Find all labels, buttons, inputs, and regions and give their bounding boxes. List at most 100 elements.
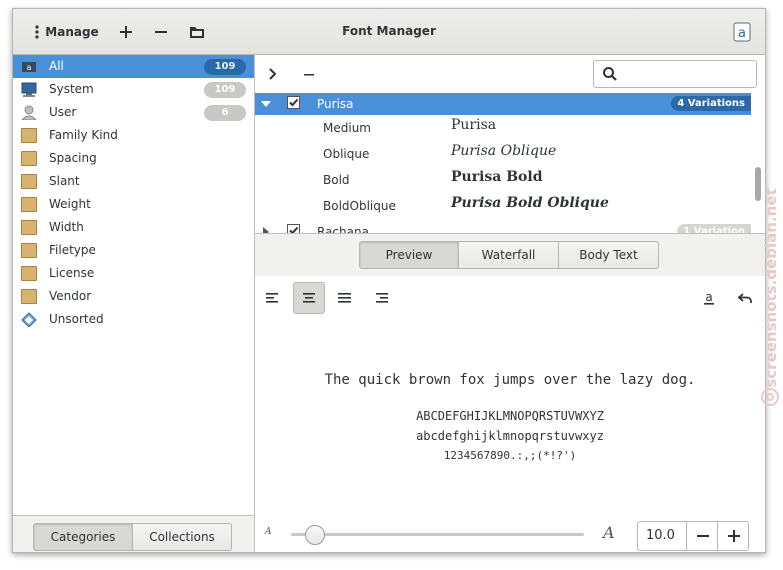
watermark: screenshots.debian.net	[758, 0, 783, 570]
align-left-button[interactable]	[257, 282, 289, 314]
size-controls: A A 10.0	[255, 515, 765, 552]
sidebar-item-weight[interactable]: Weight	[13, 193, 254, 216]
align-center-button[interactable]	[293, 282, 325, 314]
folder-icon	[21, 243, 37, 258]
svg-text:a: a	[705, 290, 712, 304]
increase-size-button[interactable]	[717, 522, 749, 550]
sidebar-item-system[interactable]: System 109	[13, 78, 254, 101]
sidebar-item-vendor[interactable]: Vendor	[13, 285, 254, 308]
tab-body-text[interactable]: Body Text	[558, 241, 659, 269]
sidebar-item-all[interactable]: a All 109	[13, 55, 254, 78]
sidebar-item-label: System	[49, 82, 94, 96]
font-family-name: Purisa	[317, 97, 354, 111]
sidebar-item-label: Spacing	[49, 151, 97, 165]
font-variation-row[interactable]: Oblique Purisa Oblique	[255, 141, 751, 167]
large-size-label: A	[603, 523, 615, 542]
font-family-row[interactable]: Purisa 4 Variations	[255, 93, 751, 115]
sidebar-item-license[interactable]: License	[13, 262, 254, 285]
preview-tab-bar: Preview Waterfall Body Text	[255, 233, 765, 277]
variation-style: Oblique	[323, 147, 370, 161]
variation-style: Medium	[323, 121, 371, 135]
category-sidebar: a All 109 System 109 User 6 Family Kind …	[13, 55, 255, 552]
font-manager-window: Manage Font Manager a a All 109 System 1…	[12, 8, 766, 553]
collapse-all-button[interactable]	[301, 66, 317, 82]
character-map-button[interactable]: a	[693, 282, 725, 314]
font-variation-row[interactable]: Bold Purisa Bold	[255, 167, 751, 193]
align-right-button[interactable]	[365, 282, 397, 314]
count-badge: 109	[204, 82, 246, 98]
svg-text:a: a	[738, 26, 746, 41]
font-size-slider[interactable]	[291, 533, 584, 536]
character-map-icon: a	[704, 290, 714, 305]
align-fill-icon	[338, 293, 351, 303]
sidebar-item-label: License	[49, 266, 95, 280]
align-left-icon	[266, 293, 278, 303]
preview-uppercase: ABCDEFGHIJKLMNOPQRSTUVWXYZ	[416, 409, 604, 423]
font-family-row[interactable]: Rachana 1 Variation	[255, 221, 751, 233]
diamond-icon	[21, 312, 37, 327]
align-center-icon	[303, 293, 315, 303]
sidebar-item-spacing[interactable]: Spacing	[13, 147, 254, 170]
sidebar-tab-bar: Categories Collections	[13, 515, 254, 552]
checkmark-icon	[289, 226, 299, 233]
sidebar-item-label: All	[49, 59, 64, 73]
sidebar-item-slant[interactable]: Slant	[13, 170, 254, 193]
expander-open-icon[interactable]	[261, 99, 271, 109]
window-title: Font Manager	[342, 24, 436, 38]
font-size-value[interactable]: 10.0	[646, 528, 675, 543]
expand-all-button[interactable]	[265, 66, 281, 82]
chevron-right-icon	[269, 68, 277, 80]
font-size-spinbutton: 10.0	[637, 521, 749, 551]
preview-sentence: The quick brown fox jumps over the lazy …	[324, 372, 696, 388]
watermark-text: screenshots.debian.net	[762, 188, 780, 388]
folder-icon	[21, 151, 37, 166]
minus-icon	[696, 535, 709, 537]
folder-icon	[21, 220, 37, 235]
variation-style: BoldOblique	[323, 199, 396, 213]
sidebar-item-filetype[interactable]: Filetype	[13, 239, 254, 262]
variation-preview: Purisa Oblique	[451, 143, 557, 159]
font-manager-app-icon: a	[733, 22, 751, 42]
count-badge: 6	[204, 105, 246, 121]
search-input[interactable]	[593, 60, 757, 88]
variation-preview: Purisa Bold Oblique	[451, 195, 609, 211]
font-enabled-checkbox[interactable]	[287, 224, 300, 233]
tab-collections[interactable]: Collections	[132, 523, 232, 551]
sidebar-item-label: Vendor	[49, 289, 92, 303]
undo-button[interactable]	[729, 282, 761, 314]
variations-badge: 4 Variations	[671, 96, 751, 111]
font-enabled-checkbox[interactable]	[287, 96, 300, 109]
variations-badge: 1 Variation	[677, 224, 751, 233]
preview-digits: 1234567890.:,;(*!?')	[443, 449, 577, 462]
sidebar-item-user[interactable]: User 6	[13, 101, 254, 124]
preview-lowercase: abcdefghijklmnopqrstuvwxyz	[416, 429, 604, 443]
undo-icon	[738, 293, 752, 303]
sidebar-item-width[interactable]: Width	[13, 216, 254, 239]
sidebar-item-label: Unsorted	[49, 312, 104, 326]
tab-waterfall[interactable]: Waterfall	[458, 241, 559, 269]
variation-style: Bold	[323, 173, 350, 187]
sidebar-item-unsorted[interactable]: Unsorted	[13, 308, 254, 331]
count-badge: 109	[204, 59, 246, 75]
font-family-name: Rachana	[317, 225, 369, 233]
sidebar-item-label: Family Kind	[49, 128, 118, 142]
font-variation-row[interactable]: Medium Purisa	[255, 115, 751, 141]
fontlist-toolbar	[255, 55, 765, 93]
minus-icon	[304, 74, 314, 76]
align-fill-button[interactable]	[329, 282, 361, 314]
decrease-size-button[interactable]	[686, 522, 718, 550]
tab-preview[interactable]: Preview	[359, 241, 459, 269]
font-variation-row[interactable]: BoldOblique Purisa Bold Oblique	[255, 193, 751, 219]
folder-icon	[21, 266, 37, 281]
align-right-icon	[376, 293, 388, 303]
sidebar-item-label: User	[49, 105, 77, 119]
sidebar-item-label: Weight	[49, 197, 91, 211]
tab-categories[interactable]: Categories	[33, 523, 133, 551]
folder-icon	[21, 128, 37, 143]
slider-knob[interactable]	[304, 525, 325, 545]
header-bar: Manage Font Manager a	[13, 9, 765, 55]
about-button[interactable]: a	[729, 19, 755, 45]
sidebar-item-family-kind[interactable]: Family Kind	[13, 124, 254, 147]
font-list: Purisa 4 Variations Medium Purisa Obliqu…	[255, 93, 751, 233]
watermark-text-holder: screenshots.debian.net	[760, 170, 780, 410]
